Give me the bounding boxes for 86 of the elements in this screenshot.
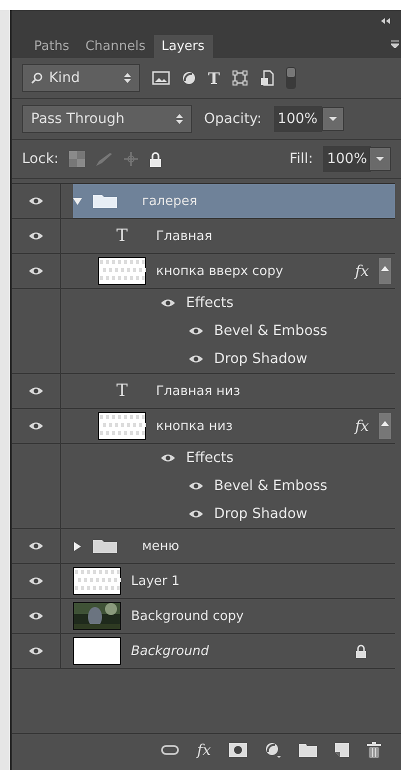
effect-name: Bevel & Emboss [214, 478, 328, 494]
circle-icon[interactable] [265, 742, 281, 758]
layer-row[interactable]: меню [12, 529, 395, 564]
opacity-dropdown-button[interactable] [322, 107, 344, 131]
layer-row[interactable]: кнопка вверх copy fx [12, 254, 395, 289]
eye-icon[interactable] [28, 646, 44, 656]
caret-up-icon[interactable] [379, 413, 391, 439]
layer-name: меню [142, 538, 180, 554]
panel-tab[interactable]: Layers [154, 35, 213, 58]
collapse-icon[interactable] [381, 18, 391, 24]
layer-thumbnail [73, 567, 121, 595]
layer-row[interactable]: T Главная низ [12, 374, 395, 409]
trash-icon[interactable] [367, 742, 381, 758]
layer-row[interactable]: Layer 1 [12, 564, 395, 599]
toggle-icon[interactable] [286, 67, 296, 89]
effects-label: Effects [186, 450, 234, 466]
folder-icon [92, 193, 118, 209]
fill-field[interactable]: 100% [322, 146, 371, 172]
smart-object-icon[interactable] [260, 70, 274, 86]
eye-icon[interactable] [28, 386, 44, 396]
checker-icon[interactable] [68, 151, 85, 167]
layer-name: галерея [142, 194, 198, 208]
effect-name: Drop Shadow [214, 351, 308, 367]
circle-icon[interactable] [182, 71, 196, 85]
fx-label: fx [354, 262, 369, 280]
layer-name: Background [131, 644, 209, 658]
fx-label: fx [354, 417, 369, 435]
caret-down-icon[interactable] [73, 196, 82, 206]
layer-thumbnail [73, 637, 121, 665]
layer-name: кнопка вверх copy [156, 264, 284, 278]
layer-name: Главная низ [156, 384, 240, 398]
panel-menu-icon[interactable] [391, 40, 399, 48]
image-icon[interactable] [152, 71, 170, 85]
search-icon [31, 72, 43, 84]
layer-name: Background copy [131, 608, 244, 624]
layer-row[interactable]: T Главная [12, 219, 395, 254]
lock-icon[interactable] [148, 151, 162, 167]
eye-icon[interactable] [188, 509, 204, 519]
layer-thumbnail [98, 257, 146, 285]
eye-icon[interactable] [28, 541, 44, 551]
layer-thumbnail [98, 412, 146, 440]
eye-icon[interactable] [188, 354, 204, 364]
filter-dropdown[interactable]: Kind [22, 64, 140, 92]
caret-right-icon[interactable] [73, 542, 82, 550]
mask-icon[interactable] [229, 743, 247, 757]
panel-tab[interactable]: Channels [77, 35, 154, 58]
updown-icon [176, 114, 183, 124]
eye-icon[interactable] [28, 576, 44, 586]
fill-label: Fill: [290, 151, 313, 167]
lock-label: Lock: [22, 151, 59, 167]
caret-down-icon [376, 157, 384, 161]
text-layer-icon: T [98, 226, 146, 246]
caret-down-icon [328, 117, 337, 121]
layer-name: Layer 1 [131, 574, 180, 588]
eye-icon[interactable] [160, 298, 176, 308]
panel-tab[interactable]: Paths [26, 35, 78, 58]
effect-name: Drop Shadow [214, 506, 308, 522]
eye-icon[interactable] [188, 481, 204, 491]
type-filter-button[interactable]: T [208, 68, 220, 88]
layer-row[interactable]: Background [12, 634, 395, 669]
caret-up-icon[interactable] [379, 258, 391, 284]
eye-icon[interactable] [28, 231, 44, 241]
folder-icon[interactable] [299, 743, 317, 757]
text-layer-icon: T [98, 381, 146, 401]
layer-name: кнопка низ [156, 418, 233, 434]
updown-icon [124, 73, 131, 83]
eye-icon[interactable] [160, 453, 176, 463]
eye-icon[interactable] [28, 421, 44, 431]
layer-name: Главная [156, 228, 212, 244]
effect-name: Bevel & Emboss [214, 323, 328, 339]
shape-icon[interactable] [232, 70, 248, 86]
eye-icon[interactable] [188, 326, 204, 336]
blend-mode-dropdown[interactable]: Pass Through [22, 105, 192, 133]
eye-icon[interactable] [28, 266, 44, 276]
eye-icon[interactable] [28, 196, 44, 206]
opacity-field[interactable]: 100% [274, 106, 322, 132]
layer-row[interactable]: Background copy [12, 599, 395, 634]
fx-button[interactable]: fx [196, 741, 211, 759]
new-layer-icon[interactable] [335, 743, 349, 757]
fill-dropdown-button[interactable] [369, 147, 391, 171]
link-icon[interactable] [160, 745, 179, 755]
folder-icon [92, 538, 118, 554]
effects-label: Effects [186, 295, 234, 311]
layer-row[interactable]: кнопка низ fx [12, 409, 395, 444]
opacity-label: Opacity: [204, 111, 262, 127]
eye-icon[interactable] [28, 611, 44, 621]
